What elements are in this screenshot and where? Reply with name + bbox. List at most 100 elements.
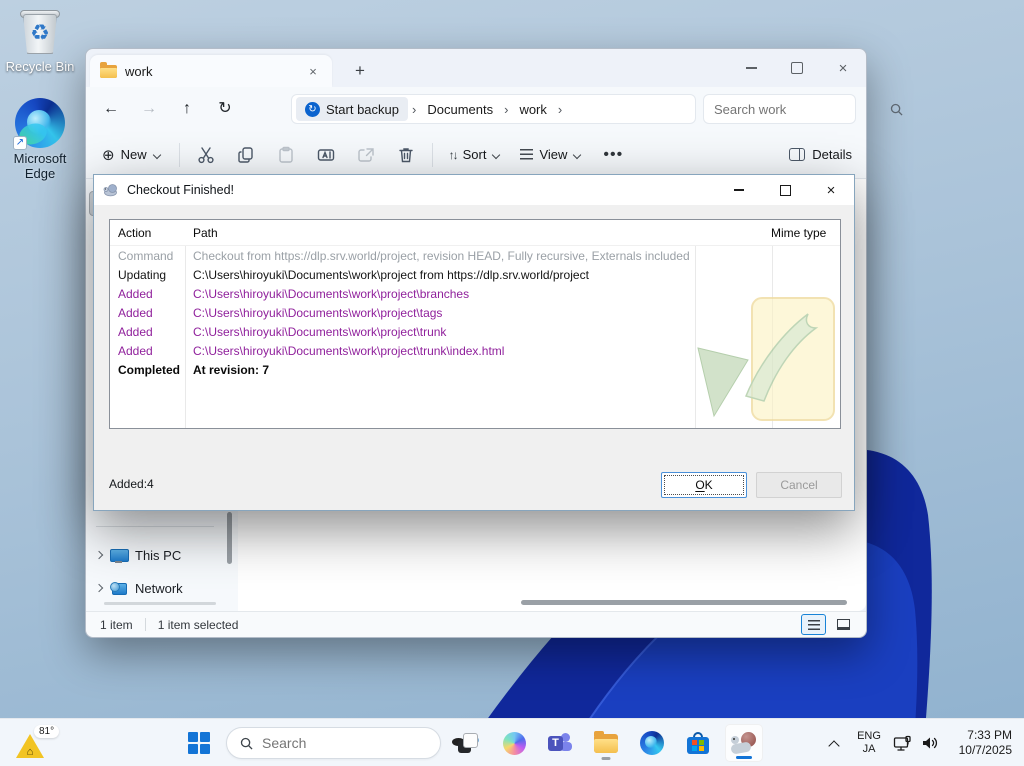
language-indicator[interactable]: ENG JA xyxy=(852,730,886,756)
details-view-toggle[interactable] xyxy=(801,614,826,635)
cut-button[interactable] xyxy=(186,139,226,171)
rename-button[interactable] xyxy=(306,139,346,171)
dialog-table-row[interactable]: Added C:\Users\hiroyuki\Documents\work\pr… xyxy=(110,322,840,341)
col-action: Added xyxy=(118,343,153,358)
share-icon xyxy=(357,147,374,162)
chevron-expand-icon[interactable] xyxy=(94,583,104,593)
taskbar-search-box[interactable] xyxy=(226,727,481,759)
paste-button[interactable] xyxy=(266,139,306,171)
column-header-mime-type[interactable]: Mime type xyxy=(763,226,840,240)
col-path: C:\Users\hiroyuki\Documents\work\project… xyxy=(193,286,470,301)
dialog-title-bar[interactable]: Checkout Finished! × xyxy=(94,175,854,205)
dialog-table-row[interactable]: Updating C:\Users\hiroyuki\Documents\work… xyxy=(110,265,840,284)
explorer-search-box[interactable] xyxy=(703,94,903,124)
dialog-table-row[interactable]: Added C:\Users\hiroyuki\Documents\work\pr… xyxy=(110,303,840,322)
summary-text: Added:4 xyxy=(109,477,154,491)
running-indicator xyxy=(601,757,611,760)
file-explorer-button[interactable] xyxy=(587,724,625,762)
dialog-table-row[interactable]: Completed At revision: 7 xyxy=(110,360,840,379)
tortoisesvn-button[interactable] xyxy=(725,724,763,762)
breadcrumb-start-backup[interactable]: ↻ Start backup xyxy=(296,97,408,121)
more-options-button[interactable]: ••• xyxy=(591,146,635,164)
file-area-horizontal-scrollbar[interactable] xyxy=(521,600,847,605)
clock-date: 10/7/2025 xyxy=(958,743,1012,757)
refresh-button[interactable]: ↻ xyxy=(212,97,238,121)
new-tab-button[interactable]: + xyxy=(348,61,372,81)
chevron-right-icon: › xyxy=(412,101,417,117)
chevron-expand-icon[interactable] xyxy=(94,550,104,560)
dialog-table-row[interactable]: Added C:\Users\hiroyuki\Documents\work\pr… xyxy=(110,341,840,360)
plus-circle-icon: ⊕ xyxy=(102,146,115,164)
explorer-tab-work[interactable]: work × xyxy=(90,55,332,87)
taskbar-search-input[interactable] xyxy=(262,735,443,751)
task-view-icon xyxy=(458,733,478,753)
view-button[interactable]: View xyxy=(510,147,591,162)
copy-icon xyxy=(237,146,253,163)
navpane-horizontal-scrollbar[interactable] xyxy=(104,602,216,605)
sidebar-item-this-pc[interactable]: This PC xyxy=(86,543,231,567)
teams-button[interactable]: T xyxy=(541,724,579,762)
dialog-table-row[interactable]: Command Checkout from https://dlp.srv.wor… xyxy=(110,246,840,265)
sidebar-item-network[interactable]: Network xyxy=(86,576,231,600)
network-tray-icon[interactable] xyxy=(890,728,914,758)
breadcrumb-label: Start backup xyxy=(326,101,399,117)
column-header-path[interactable]: Path xyxy=(185,226,763,240)
start-button[interactable] xyxy=(180,724,218,762)
navpane-vertical-scrollbar[interactable] xyxy=(227,512,232,564)
explorer-toolbar: ⊕ New ↑↓ Sort View ••• Details xyxy=(86,131,866,179)
taskbar-clock[interactable]: 7:33 PM 10/7/2025 xyxy=(946,728,1018,758)
up-button[interactable]: ↑ xyxy=(174,97,200,121)
col-path: At revision: 7 xyxy=(193,362,270,377)
explorer-search-input[interactable] xyxy=(714,101,890,117)
details-view-icon xyxy=(807,619,820,630)
view-lines-icon xyxy=(520,149,534,160)
edge-icon: ↗ xyxy=(13,98,65,150)
rename-icon xyxy=(317,148,334,161)
address-bar[interactable]: ↻ Start backup › Documents › work › xyxy=(291,94,696,124)
tab-close-icon[interactable]: × xyxy=(304,64,322,79)
breadcrumb-documents[interactable]: Documents xyxy=(420,102,500,117)
ok-button[interactable]: OK xyxy=(661,472,747,498)
window-minimize-button[interactable] xyxy=(728,49,774,87)
tortoisesvn-icon xyxy=(103,184,117,197)
taskbar-weather-widget[interactable]: 81° xyxy=(14,725,60,759)
tray-overflow-chevron[interactable] xyxy=(820,728,848,758)
edge-button[interactable] xyxy=(633,724,671,762)
volume-tray-icon[interactable] xyxy=(918,728,942,758)
edge-icon xyxy=(640,731,664,755)
sort-label: Sort xyxy=(462,147,487,162)
desktop-icon-microsoft-edge[interactable]: ↗ Microsoft Edge xyxy=(4,98,76,181)
list-header-row[interactable]: Action Path Mime type xyxy=(110,220,840,246)
dialog-table-row[interactable]: Added C:\Users\hiroyuki\Documents\work\pr… xyxy=(110,284,840,303)
share-button[interactable] xyxy=(346,139,386,171)
window-maximize-button[interactable] xyxy=(774,49,820,87)
new-button[interactable]: ⊕ New xyxy=(86,146,173,164)
forward-button[interactable]: → xyxy=(136,97,162,121)
network-icon xyxy=(110,581,127,595)
window-close-button[interactable]: × xyxy=(820,49,866,87)
thumbnail-view-icon xyxy=(837,619,850,630)
dialog-close-button[interactable]: × xyxy=(808,175,854,205)
column-header-action[interactable]: Action xyxy=(110,226,185,240)
store-icon xyxy=(687,732,709,754)
back-button[interactable]: ← xyxy=(98,97,124,121)
dialog-maximize-button[interactable] xyxy=(762,175,808,205)
details-pane-button[interactable]: Details xyxy=(789,147,852,162)
active-window-indicator xyxy=(736,756,752,759)
sort-button[interactable]: ↑↓ Sort xyxy=(439,147,511,162)
checkout-result-list[interactable]: Action Path Mime type Command Checkout fr… xyxy=(109,219,841,429)
microsoft-store-button[interactable] xyxy=(679,724,717,762)
chevron-down-icon xyxy=(153,151,161,159)
desktop-icon-recycle-bin[interactable]: ♻ Recycle Bin xyxy=(4,8,76,74)
copilot-button[interactable] xyxy=(495,724,533,762)
col-action: Command xyxy=(118,248,174,263)
copy-button[interactable] xyxy=(226,139,266,171)
breadcrumb-work[interactable]: work xyxy=(512,102,553,117)
cancel-button[interactable]: Cancel xyxy=(756,472,842,498)
desktop-icon-label: Recycle Bin xyxy=(5,59,75,74)
delete-button[interactable] xyxy=(386,139,426,171)
thumbnail-view-toggle[interactable] xyxy=(831,614,856,635)
dialog-minimize-button[interactable] xyxy=(716,175,762,205)
sidebar-item-label: Network xyxy=(135,580,183,596)
col-action: Updating xyxy=(118,267,167,282)
